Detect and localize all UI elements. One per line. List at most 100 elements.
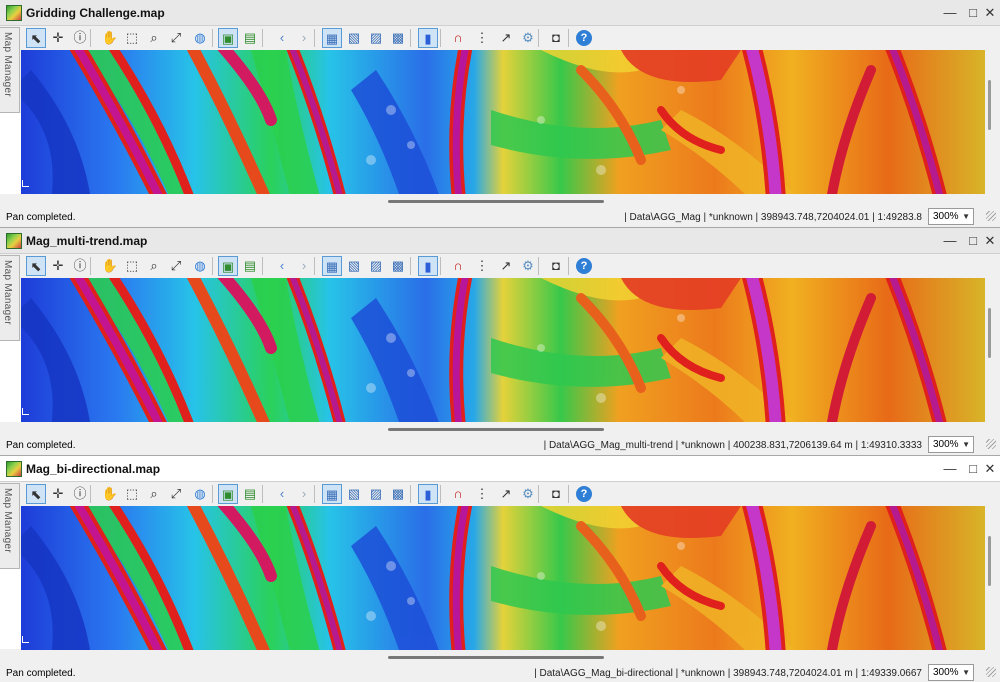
window-titlebar[interactable]: Gridding Challenge.map — □ ✕ bbox=[0, 0, 1000, 26]
back-arrow-icon[interactable]: ‹ bbox=[272, 256, 292, 276]
resize-grip[interactable] bbox=[986, 667, 996, 677]
select-arrow-icon[interactable]: ⬉ bbox=[26, 256, 46, 276]
magnetic-map-view[interactable] bbox=[21, 278, 985, 422]
view-4-icon[interactable]: ▩ bbox=[388, 28, 408, 48]
minimize-icon[interactable]: — bbox=[940, 459, 960, 479]
grid-dots-icon[interactable]: ⋮ bbox=[472, 484, 492, 504]
gear-icon[interactable]: ⚙ bbox=[518, 256, 538, 276]
toolbar-separator bbox=[568, 257, 569, 275]
view-2-icon[interactable]: ▧ bbox=[344, 484, 364, 504]
layer-map-icon[interactable]: ▣ bbox=[218, 256, 238, 276]
window-title: Mag_multi-trend.map bbox=[26, 234, 148, 248]
help-icon[interactable]: ? bbox=[576, 258, 592, 274]
resize-grip[interactable] bbox=[986, 211, 996, 221]
camera-icon[interactable]: ◘ bbox=[546, 28, 566, 48]
view-2-icon[interactable]: ▧ bbox=[344, 28, 364, 48]
view-3-icon[interactable]: ▨ bbox=[366, 484, 386, 504]
resize-grip[interactable] bbox=[986, 439, 996, 449]
info-icon[interactable]: ⓘ bbox=[70, 484, 90, 504]
zoom-select[interactable]: 300% ▼ bbox=[928, 664, 974, 681]
view-1-icon[interactable]: ▦ bbox=[322, 256, 342, 276]
select-arrow-icon[interactable]: ⬉ bbox=[26, 28, 46, 48]
magnet-icon[interactable]: ∩ bbox=[448, 256, 468, 276]
circle bbox=[407, 369, 415, 377]
pan-hand-icon[interactable]: ✋ bbox=[100, 28, 120, 48]
layer-map-alt-icon[interactable]: ▤ bbox=[240, 484, 260, 504]
globe-icon[interactable]: ◍ bbox=[190, 256, 210, 276]
view-2-icon[interactable]: ▧ bbox=[344, 256, 364, 276]
window-titlebar[interactable]: Mag_multi-trend.map — □ ✕ bbox=[0, 228, 1000, 254]
view-3-icon[interactable]: ▨ bbox=[366, 28, 386, 48]
zoom-extent-icon[interactable]: ⤢ bbox=[166, 484, 186, 504]
info-icon[interactable]: ⓘ bbox=[70, 256, 90, 276]
help-icon[interactable]: ? bbox=[576, 30, 592, 46]
grid-dots-icon[interactable]: ⋮ bbox=[472, 28, 492, 48]
magnet-icon[interactable]: ∩ bbox=[448, 484, 468, 504]
grid-dots-icon[interactable]: ⋮ bbox=[472, 256, 492, 276]
zoom-extent-icon[interactable]: ⤢ bbox=[166, 28, 186, 48]
close-icon[interactable]: ✕ bbox=[980, 231, 1000, 251]
zoom-select[interactable]: 300% ▼ bbox=[928, 208, 974, 225]
edit-pointer-icon[interactable]: ↗ bbox=[496, 256, 516, 276]
view-4-icon[interactable]: ▩ bbox=[388, 256, 408, 276]
layer-map-icon[interactable]: ▣ bbox=[218, 484, 238, 504]
globe-icon[interactable]: ◍ bbox=[190, 28, 210, 48]
vertical-scrollbar[interactable] bbox=[988, 308, 991, 358]
horizontal-scrollbar[interactable] bbox=[388, 200, 604, 203]
layer-map-alt-icon[interactable]: ▤ bbox=[240, 256, 260, 276]
close-icon[interactable]: ✕ bbox=[980, 3, 1000, 23]
zoom-select[interactable]: 300% ▼ bbox=[928, 436, 974, 453]
layer-map-icon[interactable]: ▣ bbox=[218, 28, 238, 48]
close-icon[interactable]: ✕ bbox=[980, 459, 1000, 479]
minimize-icon[interactable]: — bbox=[940, 231, 960, 251]
camera-icon[interactable]: ◘ bbox=[546, 256, 566, 276]
camera-icon[interactable]: ◘ bbox=[546, 484, 566, 504]
forward-arrow-icon[interactable]: › bbox=[294, 484, 314, 504]
zoom-box-icon[interactable]: ⬚ bbox=[122, 484, 142, 504]
edit-pointer-icon[interactable]: ↗ bbox=[496, 484, 516, 504]
zoom-box-icon[interactable]: ⬚ bbox=[122, 28, 142, 48]
magnet-icon[interactable]: ∩ bbox=[448, 28, 468, 48]
view-1-icon[interactable]: ▦ bbox=[322, 28, 342, 48]
view-1-icon[interactable]: ▦ bbox=[322, 484, 342, 504]
color-stack-icon[interactable]: ▮ bbox=[418, 28, 438, 48]
info-icon[interactable]: ⓘ bbox=[70, 28, 90, 48]
magnetic-map-view[interactable] bbox=[21, 506, 985, 650]
pan-hand-icon[interactable]: ✋ bbox=[100, 256, 120, 276]
view-4-icon[interactable]: ▩ bbox=[388, 484, 408, 504]
map-manager-tab[interactable]: Map Manager bbox=[0, 483, 20, 569]
map-manager-tab[interactable]: Map Manager bbox=[0, 27, 20, 113]
map-manager-tab[interactable]: Map Manager bbox=[0, 255, 20, 341]
edit-pointer-icon[interactable]: ↗ bbox=[496, 28, 516, 48]
zoom-extent-icon[interactable]: ⤢ bbox=[166, 256, 186, 276]
window-titlebar[interactable]: Mag_bi-directional.map — □ ✕ bbox=[0, 456, 1000, 482]
forward-arrow-icon[interactable]: › bbox=[294, 256, 314, 276]
horizontal-scrollbar[interactable] bbox=[388, 656, 604, 659]
layer-map-alt-icon[interactable]: ▤ bbox=[240, 28, 260, 48]
color-stack-icon[interactable]: ▮ bbox=[418, 484, 438, 504]
zoom-box-icon[interactable]: ⬚ bbox=[122, 256, 142, 276]
help-icon[interactable]: ? bbox=[576, 486, 592, 502]
pan-hand-icon[interactable]: ✋ bbox=[100, 484, 120, 504]
magnetic-grid-image bbox=[21, 278, 985, 422]
select-arrow-icon[interactable]: ⬉ bbox=[26, 484, 46, 504]
magnetic-map-view[interactable] bbox=[21, 50, 985, 194]
back-arrow-icon[interactable]: ‹ bbox=[272, 484, 292, 504]
crosshair-icon[interactable]: ✛ bbox=[48, 484, 68, 504]
zoom-icon[interactable]: ⌕ bbox=[144, 256, 164, 276]
vertical-scrollbar[interactable] bbox=[988, 536, 991, 586]
view-3-icon[interactable]: ▨ bbox=[366, 256, 386, 276]
vertical-scrollbar[interactable] bbox=[988, 80, 991, 130]
color-stack-icon[interactable]: ▮ bbox=[418, 256, 438, 276]
back-arrow-icon[interactable]: ‹ bbox=[272, 28, 292, 48]
gear-icon[interactable]: ⚙ bbox=[518, 28, 538, 48]
horizontal-scrollbar[interactable] bbox=[388, 428, 604, 431]
zoom-icon[interactable]: ⌕ bbox=[144, 28, 164, 48]
globe-icon[interactable]: ◍ bbox=[190, 484, 210, 504]
gear-icon[interactable]: ⚙ bbox=[518, 484, 538, 504]
crosshair-icon[interactable]: ✛ bbox=[48, 256, 68, 276]
minimize-icon[interactable]: — bbox=[940, 3, 960, 23]
zoom-icon[interactable]: ⌕ bbox=[144, 484, 164, 504]
forward-arrow-icon[interactable]: › bbox=[294, 28, 314, 48]
crosshair-icon[interactable]: ✛ bbox=[48, 28, 68, 48]
